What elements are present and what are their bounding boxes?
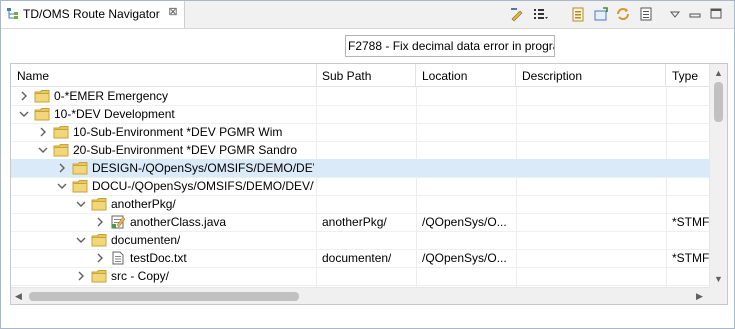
scroll-right-icon[interactable]: ▶ — [696, 291, 703, 301]
tree-item-label: documenten/ — [111, 233, 181, 247]
text-file-icon — [112, 251, 124, 265]
chevron-down-icon[interactable] — [76, 235, 86, 245]
tree-item-label: DOCU-/QOpenSys/OMSIFS/DEMO/DEV/W — [92, 179, 314, 193]
maximize-icon[interactable] — [708, 6, 724, 22]
folder-icon — [72, 162, 88, 175]
column-header-location[interactable]: Location — [416, 64, 516, 86]
folder-icon — [91, 270, 107, 283]
route-navigator-view: TD/OMS Route Navigator ⊠ F2788 - Fix dec… — [0, 0, 735, 329]
column-header-description[interactable]: Description — [516, 64, 666, 86]
view-menu-icon[interactable] — [667, 6, 683, 22]
minimize-icon[interactable] — [687, 6, 703, 22]
vertical-scroll-thumb[interactable] — [714, 82, 723, 122]
chevron-right-icon[interactable] — [19, 91, 29, 101]
table-header: Name Sub Path Location Description Type — [11, 64, 711, 87]
view-tab-bar: TD/OMS Route Navigator ⊠ — [1, 1, 734, 29]
folder-icon — [72, 180, 88, 193]
tree-row[interactable]: DESIGN-/QOpenSys/OMSIFS/DEMO/DEV/I — [11, 159, 711, 178]
edit-tool-icon[interactable] — [509, 6, 525, 22]
tree-item-label: 0-*EMER Emergency — [54, 89, 169, 103]
close-icon[interactable]: ⊠ — [167, 6, 179, 18]
java-file-icon — [111, 215, 126, 229]
tree-row[interactable]: testDoc.txt documenten/ /QOpenSys/O... *STM… — [11, 249, 711, 268]
tree-row[interactable]: src - Copy/ — [11, 267, 711, 286]
folder-icon — [91, 234, 107, 247]
folder-icon — [91, 198, 107, 211]
tree-row[interactable]: documenten/ — [11, 231, 711, 250]
tab-title: TD/OMS Route Navigator — [23, 7, 160, 21]
filter-value: F2788 - Fix decimal data error in progra — [348, 39, 555, 53]
tree-row[interactable]: DOCU-/QOpenSys/OMSIFS/DEMO/DEV/W — [11, 177, 711, 196]
tree-item-label: src - Copy/ — [111, 269, 170, 283]
horizontal-scrollbar[interactable]: ◀ ▶ — [11, 287, 709, 304]
sub-path-cell: documenten/ — [322, 251, 392, 265]
location-cell: /QOpenSys/O... — [422, 251, 507, 265]
sync-icon[interactable] — [615, 6, 631, 22]
tree-item-label: 10-Sub-Environment *DEV PGMR Wim — [73, 125, 283, 139]
chevron-down-icon[interactable] — [38, 145, 48, 155]
chevron-right-icon[interactable] — [57, 163, 67, 173]
horizontal-scroll-thumb[interactable] — [29, 292, 299, 301]
vertical-scrollbar[interactable]: ▲ ▼ — [709, 64, 727, 287]
chevron-right-icon[interactable] — [95, 253, 105, 263]
filter-input[interactable]: F2788 - Fix decimal data error in progra — [345, 35, 555, 57]
tree-row[interactable]: 10-Sub-Environment *DEV PGMR Wim — [11, 123, 711, 142]
tree-item-label: DESIGN-/QOpenSys/OMSIFS/DEMO/DEV/I — [92, 161, 314, 175]
add-object-icon[interactable] — [593, 6, 609, 22]
tree-row[interactable]: anotherPkg/ — [11, 195, 711, 214]
scroll-corner — [709, 287, 727, 304]
column-header-sub-path[interactable]: Sub Path — [316, 64, 416, 86]
list-options-icon[interactable] — [532, 6, 548, 22]
document-icon[interactable] — [638, 6, 654, 22]
properties-icon[interactable] — [570, 6, 586, 22]
sub-path-cell: anotherPkg/ — [322, 215, 387, 229]
chevron-right-icon[interactable] — [76, 271, 86, 281]
tree-item-label: 20-Sub-Environment *DEV PGMR Sandro — [73, 143, 298, 157]
tree-row[interactable]: 0-*EMER Emergency — [11, 87, 711, 106]
tab-route-navigator[interactable]: TD/OMS Route Navigator ⊠ — [1, 1, 185, 28]
tree-row[interactable]: 20-Sub-Environment *DEV PGMR Sandro — [11, 141, 711, 160]
column-header-type[interactable]: Type — [666, 64, 711, 86]
tree-row[interactable]: anotherClass.java anotherPkg/ /QOpenSys/O.… — [11, 213, 711, 232]
tree-item-label: anotherPkg/ — [111, 197, 176, 211]
chevron-right-icon[interactable] — [95, 217, 105, 227]
chevron-down-icon[interactable] — [57, 181, 67, 191]
location-cell: /QOpenSys/O... — [422, 215, 507, 229]
route-tree-table: Name Sub Path Location Description Type … — [10, 63, 728, 305]
tree-item-label: testDoc.txt — [130, 251, 187, 265]
chevron-right-icon[interactable] — [38, 127, 48, 137]
folder-icon — [53, 126, 69, 139]
scroll-left-icon[interactable]: ◀ — [15, 291, 22, 301]
chevron-down-icon[interactable] — [76, 199, 86, 209]
chevron-down-icon[interactable] — [19, 109, 29, 119]
scroll-up-icon[interactable]: ▲ — [714, 68, 723, 78]
folder-icon — [53, 144, 69, 157]
route-navigator-icon — [7, 8, 18, 19]
tree-item-label: 10-*DEV Development — [54, 107, 175, 121]
tree-item-label: anotherClass.java — [130, 215, 227, 229]
folder-icon — [34, 90, 50, 103]
type-cell: *STMF — [672, 251, 710, 265]
folder-icon — [34, 108, 50, 121]
tree-row[interactable]: 10-*DEV Development — [11, 105, 711, 124]
scroll-down-icon[interactable]: ▼ — [714, 274, 723, 284]
column-header-name[interactable]: Name — [11, 64, 317, 86]
type-cell: *STMF — [672, 215, 710, 229]
